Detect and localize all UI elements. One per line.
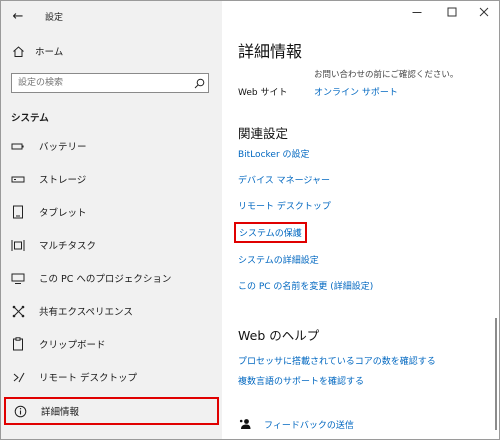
language-support-help-link[interactable]: 複数言語のサポートを確認する bbox=[238, 374, 364, 387]
nav-pane: ← 設定 ホーム システム バッテリー ス bbox=[1, 1, 222, 439]
title-bar: ← 設定 bbox=[1, 1, 222, 31]
close-button[interactable] bbox=[471, 5, 497, 21]
support-note: お問い合わせの前にご確認ください。 bbox=[314, 70, 459, 80]
remote-desktop-link[interactable]: リモート デスクトップ bbox=[238, 199, 331, 212]
feedback-row[interactable]: フィードバックの送信 bbox=[238, 417, 354, 431]
search-input[interactable] bbox=[12, 74, 190, 92]
multitask-icon bbox=[11, 238, 25, 252]
sidebar-item-label: リモート デスクトップ bbox=[39, 373, 138, 384]
sidebar-item-label: マルチタスク bbox=[39, 241, 97, 252]
content-pane: 詳細情報 お問い合わせの前にご確認ください。 Web サイト オンライン サポー… bbox=[222, 1, 499, 439]
web-help-heading: Web のヘルプ bbox=[238, 328, 320, 343]
search-icon[interactable] bbox=[190, 74, 208, 92]
sidebar-item-clipboard[interactable]: クリップボード bbox=[1, 330, 222, 358]
sidebar-item-label: 詳細情報 bbox=[41, 407, 80, 418]
projection-icon bbox=[11, 271, 25, 285]
sidebar-item-label: クリップボード bbox=[39, 340, 106, 351]
web-site-label: Web サイト bbox=[238, 88, 288, 98]
back-button[interactable]: ← bbox=[7, 7, 29, 25]
minimize-icon bbox=[412, 7, 422, 20]
online-support-link[interactable]: オンライン サポート bbox=[314, 85, 398, 98]
remote-desktop-icon bbox=[11, 370, 25, 384]
minimize-button[interactable] bbox=[404, 5, 430, 21]
sidebar-item-projection[interactable]: この PC へのプロジェクション bbox=[1, 264, 222, 292]
sidebar-item-label: タブレット bbox=[39, 208, 87, 219]
related-settings-heading: 関連設定 bbox=[238, 126, 289, 141]
system-protection-link[interactable]: システムの保護 bbox=[234, 222, 307, 243]
sidebar-item-shared-experience[interactable]: 共有エクスペリエンス bbox=[1, 297, 222, 325]
home-icon bbox=[11, 44, 25, 58]
sidebar-item-battery[interactable]: バッテリー bbox=[1, 132, 222, 160]
sidebar-item-label: 共有エクスペリエンス bbox=[39, 307, 133, 318]
sidebar-item-storage[interactable]: ストレージ bbox=[1, 165, 222, 193]
close-icon bbox=[479, 7, 489, 20]
maximize-button[interactable] bbox=[439, 5, 465, 21]
advanced-system-settings-link[interactable]: システムの詳細設定 bbox=[238, 253, 319, 266]
shared-experience-icon bbox=[11, 304, 25, 318]
bitlocker-settings-link[interactable]: BitLocker の設定 bbox=[238, 147, 310, 160]
device-manager-link[interactable]: デバイス マネージャー bbox=[238, 173, 330, 186]
tablet-icon bbox=[11, 205, 25, 219]
clipboard-icon bbox=[11, 337, 25, 351]
sidebar-item-tablet[interactable]: タブレット bbox=[1, 198, 222, 226]
settings-window: ← 設定 ホーム システム バッテリー ス bbox=[0, 0, 500, 440]
page-title: 詳細情報 bbox=[238, 42, 303, 61]
core-count-help-link[interactable]: プロセッサに搭載されているコアの数を確認する bbox=[238, 354, 436, 367]
nav-home-label: ホーム bbox=[35, 47, 64, 58]
nav-home[interactable]: ホーム bbox=[1, 39, 222, 63]
scrollbar[interactable] bbox=[495, 318, 497, 430]
back-arrow-icon: ← bbox=[12, 8, 24, 24]
sidebar-item-label: ストレージ bbox=[39, 175, 87, 186]
sidebar-item-remote-desktop[interactable]: リモート デスクトップ bbox=[1, 363, 222, 391]
sidebar-item-label: バッテリー bbox=[39, 142, 87, 153]
sidebar-item-multitask[interactable]: マルチタスク bbox=[1, 231, 222, 259]
feedback-icon bbox=[238, 417, 252, 431]
battery-icon bbox=[11, 139, 25, 153]
search-box[interactable] bbox=[11, 73, 209, 93]
window-title: 設定 bbox=[45, 13, 64, 23]
sidebar-item-label: この PC へのプロジェクション bbox=[39, 274, 172, 285]
sidebar-item-about[interactable]: 詳細情報 bbox=[4, 397, 219, 425]
feedback-link[interactable]: フィードバックの送信 bbox=[264, 418, 354, 431]
rename-pc-link[interactable]: この PC の名前を変更 (詳細設定) bbox=[238, 279, 373, 292]
maximize-icon bbox=[447, 7, 457, 20]
nav-section-title: システム bbox=[11, 113, 49, 124]
info-icon bbox=[13, 404, 27, 418]
storage-icon bbox=[11, 172, 25, 186]
